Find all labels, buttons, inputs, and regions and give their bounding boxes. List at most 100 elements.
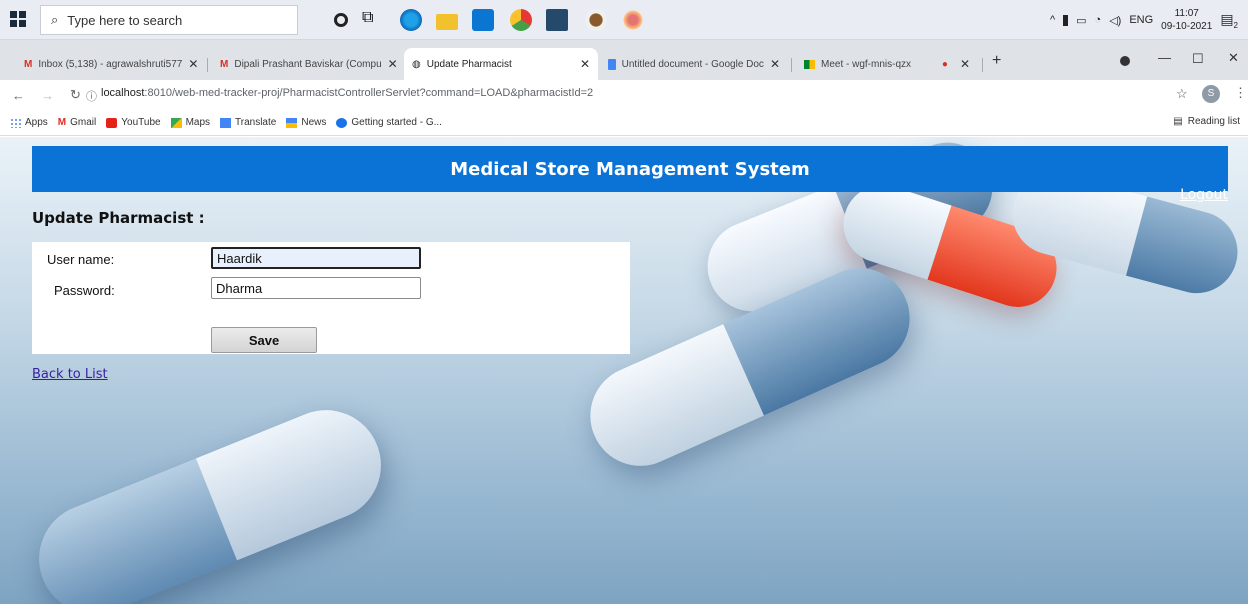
browser-tab-strip: M Inbox (5,138) - agrawalshruti577 ✕ M D… <box>0 40 1248 80</box>
bookmark-label: Getting started - G... <box>351 117 442 128</box>
tab-gmail-inbox[interactable]: M Inbox (5,138) - agrawalshruti577 ✕ <box>16 48 204 80</box>
close-icon[interactable]: ✕ <box>188 57 198 71</box>
bookmark-news[interactable]: News <box>286 117 326 128</box>
windows-taskbar: ⌕ Type here to search ⧉ ^ ▭ ◔ ◁) ENG 11:… <box>0 0 1248 40</box>
url-host: localhost <box>101 87 145 99</box>
reading-list-button[interactable]: ▤ Reading list <box>1173 116 1240 127</box>
gmail-icon: M <box>24 58 33 70</box>
bookmarks-bar: Apps M Gmail YouTube Maps Translate News … <box>0 110 1248 136</box>
recording-dot-icon: ● <box>941 58 948 70</box>
notification-icon[interactable]: ▤2 <box>1220 11 1238 30</box>
username-field[interactable] <box>211 247 421 269</box>
menu-kebab-icon[interactable]: ⋮ <box>1234 85 1247 101</box>
tab-google-docs[interactable]: Untitled document - Google Doc ✕ <box>600 48 788 80</box>
maps-icon <box>170 117 182 128</box>
close-icon[interactable]: ✕ <box>580 57 590 71</box>
mail-icon[interactable] <box>472 9 494 31</box>
minimize-button[interactable]: — <box>1158 50 1171 65</box>
bookmark-label: Maps <box>185 117 211 128</box>
chevron-up-icon[interactable]: ^ <box>1050 14 1055 26</box>
tab-google-meet[interactable]: Meet - wgf-mnis-qzx ● ✕ <box>796 48 978 80</box>
app-icon-paint[interactable] <box>622 9 644 31</box>
page-viewport: Medical Store Management System Logout U… <box>0 137 1248 604</box>
apps-grid-icon <box>10 117 21 128</box>
news-icon <box>286 117 298 128</box>
bookmark-label: Gmail <box>70 117 97 128</box>
password-label: Password: <box>54 283 115 298</box>
tab-label: Update Pharmacist <box>426 58 512 70</box>
browser-toolbar: ← → ↻ ⓘ localhost:8010/web-med-tracker-p… <box>0 80 1248 110</box>
tab-label: Dipali Prashant Baviskar (Compu <box>234 58 382 70</box>
update-pharmacist-form: User name: Password: Save <box>32 242 630 354</box>
clock-time: 11:07 <box>1174 8 1199 19</box>
page-title: Update Pharmacist : <box>32 209 205 227</box>
profile-avatar[interactable]: S <box>1202 85 1220 103</box>
bookmark-getting-started[interactable]: Getting started - G... <box>336 117 442 128</box>
close-icon[interactable]: ✕ <box>770 57 780 71</box>
forward-arrow-icon[interactable]: → <box>41 88 54 103</box>
tab-label: Untitled document - Google Doc <box>621 58 764 70</box>
logout-link[interactable]: Logout <box>1180 187 1228 203</box>
usb-icon[interactable] <box>1063 14 1069 26</box>
chrome-icon[interactable] <box>510 9 532 31</box>
bookmark-label: Apps <box>25 117 48 128</box>
app-icon-round[interactable] <box>585 9 607 31</box>
system-tray: ^ ▭ ◔ ◁) ENG 11:07 09-10-2021 ▤2 <box>1050 0 1238 40</box>
volume-icon[interactable]: ◁) <box>1109 14 1121 27</box>
back-to-list-link[interactable]: Back to List <box>32 367 108 382</box>
network-icon[interactable]: ▭ <box>1076 14 1086 27</box>
info-icon[interactable]: ⓘ <box>86 88 97 104</box>
maximize-button[interactable]: ☐ <box>1192 51 1204 67</box>
search-icon: ⌕ <box>51 12 59 27</box>
bookmark-apps[interactable]: Apps <box>10 117 48 128</box>
save-button[interactable]: Save <box>211 327 317 353</box>
graduation-cap-icon <box>336 117 348 128</box>
tab-gmail-dipali[interactable]: M Dipali Prashant Baviskar (Compu ✕ <box>212 48 402 80</box>
meet-icon <box>804 59 815 69</box>
app-header-bar: Medical Store Management System <box>32 146 1228 192</box>
app-icon-dark[interactable] <box>546 9 568 31</box>
bookmark-label: YouTube <box>121 117 161 128</box>
taskbar-search-placeholder: Type here to search <box>67 12 183 28</box>
close-icon[interactable]: ✕ <box>960 57 970 71</box>
reading-list-label: Reading list <box>1187 116 1240 127</box>
bookmark-maps[interactable]: Maps <box>170 117 211 128</box>
edge-icon[interactable] <box>400 9 422 31</box>
address-bar-url[interactable]: localhost:8010/web-med-tracker-proj/Phar… <box>101 87 593 99</box>
translate-icon <box>220 117 232 128</box>
bookmark-youtube[interactable]: YouTube <box>106 117 161 128</box>
new-tab-button[interactable]: + <box>992 52 1001 70</box>
bookmark-label: News <box>301 117 327 128</box>
gmail-icon: M <box>220 58 229 70</box>
back-arrow-icon[interactable]: ← <box>12 88 25 103</box>
language-indicator[interactable]: ENG <box>1129 14 1153 26</box>
tab-search-icon[interactable] <box>1120 56 1130 66</box>
windows-start-icon[interactable] <box>10 11 26 27</box>
app-title: Medical Store Management System <box>450 158 810 180</box>
close-window-button[interactable]: ✕ <box>1228 50 1239 66</box>
tab-label: Meet - wgf-mnis-qzx <box>821 58 912 70</box>
youtube-icon <box>106 117 118 128</box>
clock-date: 09-10-2021 <box>1161 21 1213 32</box>
taskbar-search-box[interactable]: ⌕ Type here to search <box>40 5 298 35</box>
docs-icon <box>608 58 616 70</box>
bookmark-star-icon[interactable]: ☆ <box>1176 86 1188 102</box>
tab-update-pharmacist[interactable]: ◍ Update Pharmacist ✕ <box>404 48 598 80</box>
file-explorer-icon[interactable] <box>436 14 458 30</box>
password-field[interactable] <box>211 277 421 299</box>
bookmark-label: Translate <box>235 117 277 128</box>
close-icon[interactable]: ✕ <box>388 57 398 71</box>
bookmark-translate[interactable]: Translate <box>220 117 276 128</box>
wifi-icon[interactable]: ◔ <box>1095 14 1102 26</box>
globe-icon: ◍ <box>412 58 421 70</box>
username-label: User name: <box>47 252 115 267</box>
task-view-icon[interactable]: ⧉ <box>362 9 384 31</box>
reload-icon[interactable]: ↻ <box>70 87 81 103</box>
reading-list-icon: ▤ <box>1173 116 1183 127</box>
notification-count: 2 <box>1233 20 1238 30</box>
bookmark-gmail[interactable]: M Gmail <box>58 117 96 128</box>
cortana-icon[interactable] <box>334 13 348 27</box>
clock[interactable]: 11:07 09-10-2021 <box>1161 7 1212 33</box>
tab-label: Inbox (5,138) - agrawalshruti577 <box>38 58 183 70</box>
url-path: :8010/web-med-tracker-proj/PharmacistCon… <box>144 87 594 99</box>
